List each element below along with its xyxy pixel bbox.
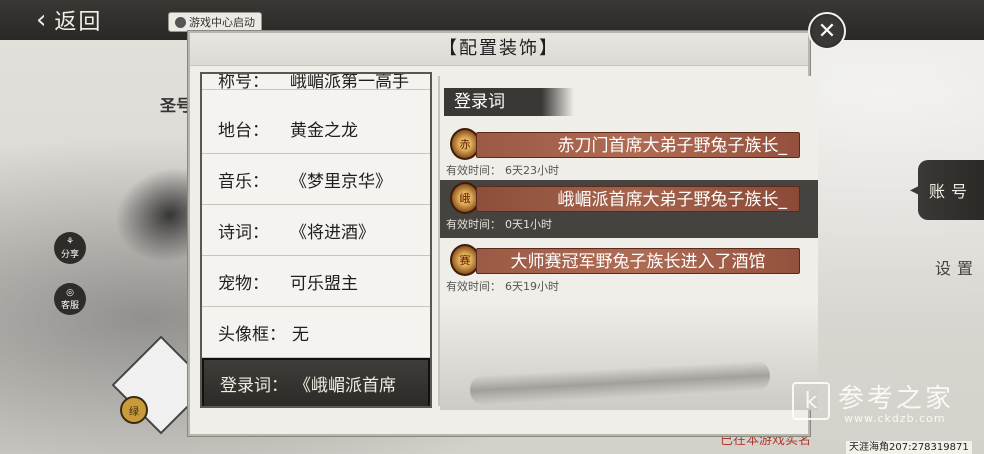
list-item-value: 《将进酒》 (290, 223, 375, 243)
customer-service-icon: ◎ (66, 287, 74, 298)
share-button[interactable]: ⚘ 分享 (54, 232, 86, 264)
back-label: 返回 (54, 10, 103, 35)
list-item-value: 可乐盟主 (290, 274, 358, 294)
list-item-value: 峨嵋派第一高手 (290, 72, 409, 92)
list-item-key: 地台： (218, 121, 269, 141)
list-item-key: 称号： (218, 72, 269, 92)
validity-value: 0天1小时 (505, 218, 552, 231)
share-icon: ⚘ (65, 236, 75, 247)
watermark-logo: k (792, 382, 830, 420)
login-phrase-text: 赤刀门首席大弟子野兔子族长_ (476, 132, 800, 158)
list-item-value: 黄金之龙 (290, 121, 358, 141)
list-item-key: 诗词： (218, 223, 269, 243)
list-item-value: 《峨嵋派首席 (294, 375, 396, 396)
chevron-left-icon: ‹ (36, 5, 49, 35)
login-phrase-option[interactable]: 赤 赤刀门首席大弟子野兔子族长_ 有效时间： 6天23小时 (440, 126, 818, 184)
list-item-key: 登录词： (220, 375, 288, 396)
game-center-badge[interactable]: 游戏中心启动 (168, 12, 262, 32)
list-item-key: 宠物： (218, 274, 269, 294)
list-item[interactable]: 地台： 黄金之龙 (202, 104, 430, 154)
list-item[interactable]: 诗词： 《将进酒》 (202, 206, 430, 256)
validity-value: 6天19小时 (505, 280, 559, 293)
list-item[interactable]: 宠物： 可乐盟主 (202, 257, 430, 307)
list-item[interactable]: 头像框： 无 (202, 308, 430, 358)
login-phrase-text: 大师赛冠军野兔子族长进入了酒馆 (476, 248, 800, 274)
list-item-selected[interactable]: 登录词： 《峨嵋派首席 (202, 358, 430, 406)
validity-label: 有效时间： (446, 164, 501, 177)
game-center-icon (175, 16, 186, 28)
validity-label: 有效时间： (446, 218, 501, 231)
tab-settings-label: 设置 (934, 259, 979, 278)
dialog-title: 【配置装饰】 (190, 33, 808, 66)
tab-account-label: 账号 (928, 182, 973, 201)
game-center-label: 游戏中心启动 (189, 16, 255, 29)
list-item-key: 头像框： (218, 325, 286, 345)
player-id-tag: 天涯海角207:278319871 (846, 441, 972, 454)
watermark-url: www.ckdzb.com (844, 412, 946, 425)
login-phrase-text: 峨嵋派首席大弟子野兔子族长_ (476, 186, 800, 212)
tab-arrow-icon: ◀ (910, 182, 927, 198)
decoration-category-list[interactable]: 称号： 峨嵋派第一高手 地台： 黄金之龙 音乐： 《梦里京华》 诗词： 《将进酒… (200, 72, 432, 408)
share-label: 分享 (60, 249, 79, 260)
tab-account[interactable]: ◀ 账号 (910, 160, 984, 220)
list-item-value: 无 (292, 325, 309, 345)
close-icon: ✕ (817, 18, 837, 44)
validity-time: 有效时间： 0天1小时 (446, 216, 552, 232)
list-item-key: 音乐： (218, 172, 269, 192)
customer-service-label: 客服 (60, 300, 79, 311)
login-phrase-option[interactable]: 赛 大师赛冠军野兔子族长进入了酒馆 有效时间： 6天19小时 (440, 242, 818, 300)
watermark-title: 参考之家 (838, 384, 955, 414)
validity-value: 6天23小时 (505, 164, 559, 177)
validity-time: 有效时间： 6天23小时 (446, 162, 559, 178)
watermark: k 参考之家 www.ckdzb.com (782, 378, 982, 438)
validity-label: 有效时间： (446, 280, 501, 293)
close-button[interactable]: ✕ (808, 12, 846, 50)
back-button[interactable]: ‹ 返回 (36, 4, 102, 36)
login-phrase-option-selected[interactable]: 峨 峨嵋派首席大弟子野兔子族长_ 有效时间： 0天1小时 (440, 180, 818, 238)
avatar-badge: 绿 (120, 396, 148, 424)
list-item-value: 《梦里京华》 (290, 172, 392, 192)
customer-service-button[interactable]: ◎ 客服 (54, 283, 86, 315)
validity-time: 有效时间： 6天19小时 (446, 278, 559, 294)
tab-settings[interactable]: 设置 (932, 252, 982, 282)
list-item[interactable]: 音乐： 《梦里京华》 (202, 155, 430, 205)
section-title: 登录词 (444, 88, 574, 116)
list-item[interactable]: 称号： 峨嵋派第一高手 (202, 72, 430, 92)
